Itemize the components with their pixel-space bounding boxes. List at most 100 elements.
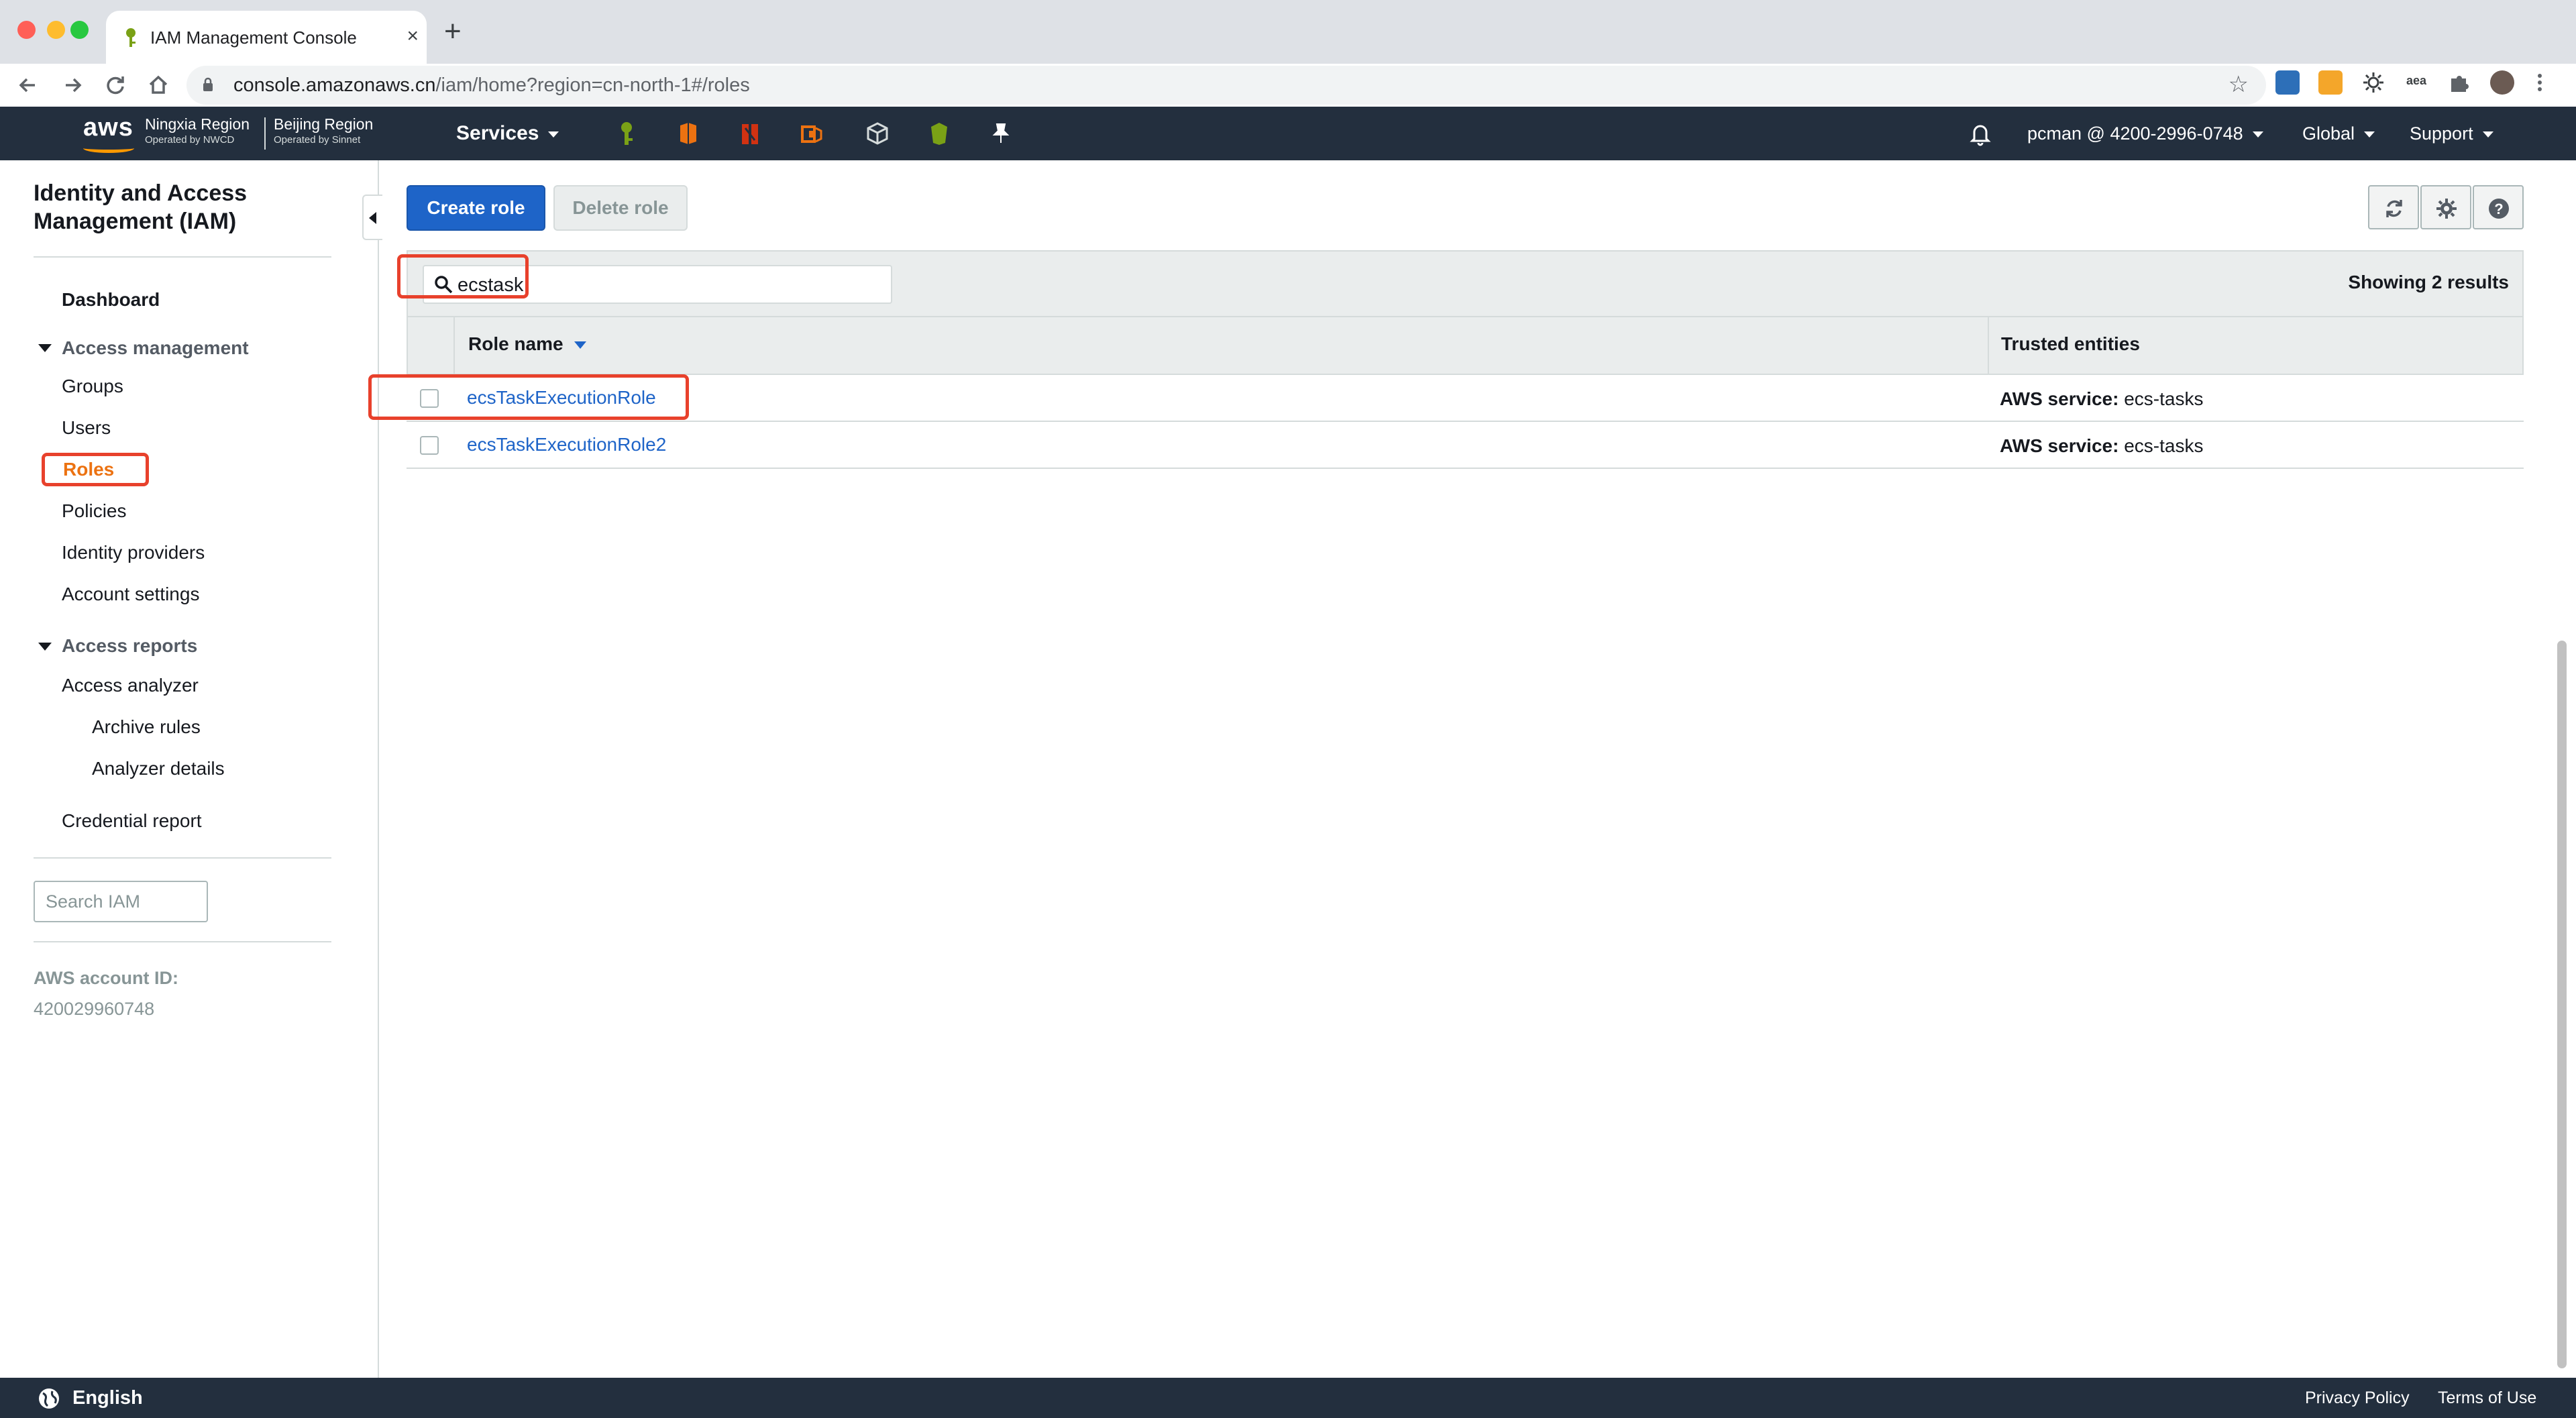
aws-logo[interactable]: aws [83, 113, 133, 142]
region-ningxia-operator: Operated by NWCD [145, 134, 235, 146]
terms-of-use-link[interactable]: Terms of Use [2438, 1387, 2536, 1409]
services-label: Services [456, 122, 539, 144]
refresh-button[interactable] [2368, 185, 2419, 229]
sidebar-item-identity-providers[interactable]: Identity providers [62, 541, 205, 565]
sidebar-item-credential-report[interactable]: Credential report [62, 809, 202, 833]
sort-descending-icon[interactable] [574, 341, 586, 349]
role-link[interactable]: ecsTaskExecutionRole2 [467, 433, 666, 457]
window-minimize-button[interactable] [47, 21, 65, 39]
cube-icon[interactable] [865, 120, 890, 147]
aws-global-nav: aws Ningxia Region Operated by NWCD Beij… [0, 107, 2576, 160]
trusted-entity: AWS service: ecs-tasks [2000, 434, 2203, 458]
lambda-icon[interactable] [738, 120, 762, 147]
profile-avatar[interactable] [2490, 70, 2514, 95]
tab-close-icon[interactable]: × [407, 23, 419, 50]
row-checkbox[interactable] [420, 436, 439, 455]
column-role-name-label: Role name [468, 333, 564, 354]
page-scrollbar[interactable] [2557, 641, 2567, 1368]
ec2-icon[interactable] [676, 120, 700, 147]
sidebar-divider [34, 857, 331, 859]
iam-sidebar: Identity and Access Management (IAM) Das… [0, 160, 379, 1378]
url-text: console.amazonaws.cn/iam/home?region=cn-… [233, 74, 750, 97]
settings-button[interactable] [2420, 185, 2471, 229]
sidebar-collapse-button[interactable] [362, 195, 382, 240]
bell-icon[interactable] [1968, 120, 1992, 147]
region-ningxia-name: Ningxia Region [145, 115, 250, 133]
home-icon[interactable] [145, 72, 172, 99]
browser-toolbar: console.amazonaws.cn/iam/home?region=cn-… [0, 64, 2576, 107]
browser-tab-strip: IAM Management Console × + [0, 0, 2576, 64]
bucket-icon[interactable] [927, 120, 951, 147]
address-bar[interactable]: console.amazonaws.cn/iam/home?region=cn-… [186, 66, 2266, 105]
gear-extension-icon[interactable] [2361, 70, 2385, 95]
create-role-button[interactable]: Create role [407, 185, 545, 231]
language-selector[interactable]: English [72, 1386, 143, 1410]
globe-icon [39, 1388, 59, 1409]
chevron-down-icon [2482, 131, 2493, 138]
caret-down-icon[interactable] [38, 344, 52, 352]
account-menu[interactable]: pcman @ 4200-2996-0748 [2027, 120, 2263, 147]
sidebar-item-policies[interactable]: Policies [62, 499, 126, 523]
region-menu[interactable]: Global [2302, 120, 2375, 147]
chevron-down-icon [2252, 131, 2263, 138]
column-trusted-entities[interactable]: Trusted entities [2001, 333, 2140, 355]
window-zoom-button[interactable] [70, 21, 89, 39]
browser-tab-iam[interactable]: IAM Management Console × [106, 11, 427, 64]
bookmark-star-icon[interactable]: ☆ [2229, 71, 2249, 98]
region-label: Global [2302, 123, 2355, 144]
url-path: /iam/home?region=cn-north-1#/roles [435, 74, 750, 96]
iam-key-icon[interactable] [614, 120, 639, 147]
support-menu[interactable]: Support [2410, 120, 2493, 147]
sidebar-item-dashboard[interactable]: Dashboard [62, 288, 160, 312]
sidebar-title[interactable]: Identity and Access Management (IAM) [34, 179, 356, 235]
region-ningxia: Ningxia Region Operated by NWCD [145, 115, 250, 147]
highlight-filter [397, 254, 529, 298]
services-menu[interactable]: Services [456, 120, 559, 147]
reload-icon[interactable] [102, 72, 129, 99]
window-close-button[interactable] [17, 21, 36, 39]
gear-icon [2436, 199, 2457, 219]
sidebar-divider [34, 256, 331, 258]
trusted-entity-label: AWS service: [2000, 435, 2119, 456]
select-all-cell [408, 317, 455, 374]
table-row[interactable]: ecsTaskExecutionRole2 AWS service: ecs-t… [407, 422, 2524, 469]
highlight-roles [42, 453, 149, 486]
sidebar-item-archive-rules[interactable]: Archive rules [92, 715, 201, 739]
column-role-name[interactable]: Role name [468, 333, 586, 355]
sidebar-item-groups[interactable]: Groups [62, 374, 123, 398]
ecs-icon[interactable] [800, 120, 824, 147]
privacy-policy-link[interactable]: Privacy Policy [2305, 1387, 2410, 1409]
highlight-role-row [368, 374, 689, 420]
forward-arrow-icon[interactable] [59, 72, 86, 99]
table-row[interactable]: ecsTaskExecutionRole AWS service: ecs-ta… [407, 375, 2524, 422]
region-beijing-name: Beijing Region [274, 115, 374, 133]
sidebar-item-analyzer-details[interactable]: Analyzer details [92, 757, 225, 781]
mail-extension-icon[interactable] [2318, 70, 2343, 95]
search-iam-input[interactable] [34, 881, 208, 922]
caret-down-icon[interactable] [38, 643, 52, 651]
kebab-menu-icon[interactable] [2533, 70, 2546, 95]
sidebar-item-users[interactable]: Users [62, 416, 111, 440]
back-arrow-icon[interactable] [15, 72, 42, 99]
chevron-down-icon [548, 131, 559, 138]
refresh-icon [2386, 200, 2402, 217]
trusted-entity-label: AWS service: [2000, 388, 2119, 409]
sidebar-divider [34, 941, 331, 942]
sidebar-item-account-settings[interactable]: Account settings [62, 582, 199, 606]
region-divider [264, 117, 266, 150]
svg-text:?: ? [2494, 201, 2503, 217]
new-tab-button[interactable]: + [444, 15, 462, 48]
results-count: Showing 2 results [2348, 272, 2509, 292]
lock-icon [203, 77, 213, 91]
aws-logo-smile [83, 144, 134, 153]
sidebar-item-access-analyzer[interactable]: Access analyzer [62, 673, 199, 698]
pin-icon[interactable] [989, 120, 1013, 147]
delete-role-button[interactable]: Delete role [553, 185, 688, 231]
s-extension-icon[interactable] [2275, 70, 2300, 95]
aea-extension-icon[interactable]: aea [2404, 70, 2428, 95]
sidebar-section-access-management[interactable]: Access management [62, 336, 249, 360]
help-button[interactable]: ? [2473, 185, 2524, 229]
puzzle-icon[interactable] [2447, 70, 2471, 95]
sidebar-section-access-reports[interactable]: Access reports [62, 634, 197, 658]
help-icon: ? [2489, 199, 2509, 219]
